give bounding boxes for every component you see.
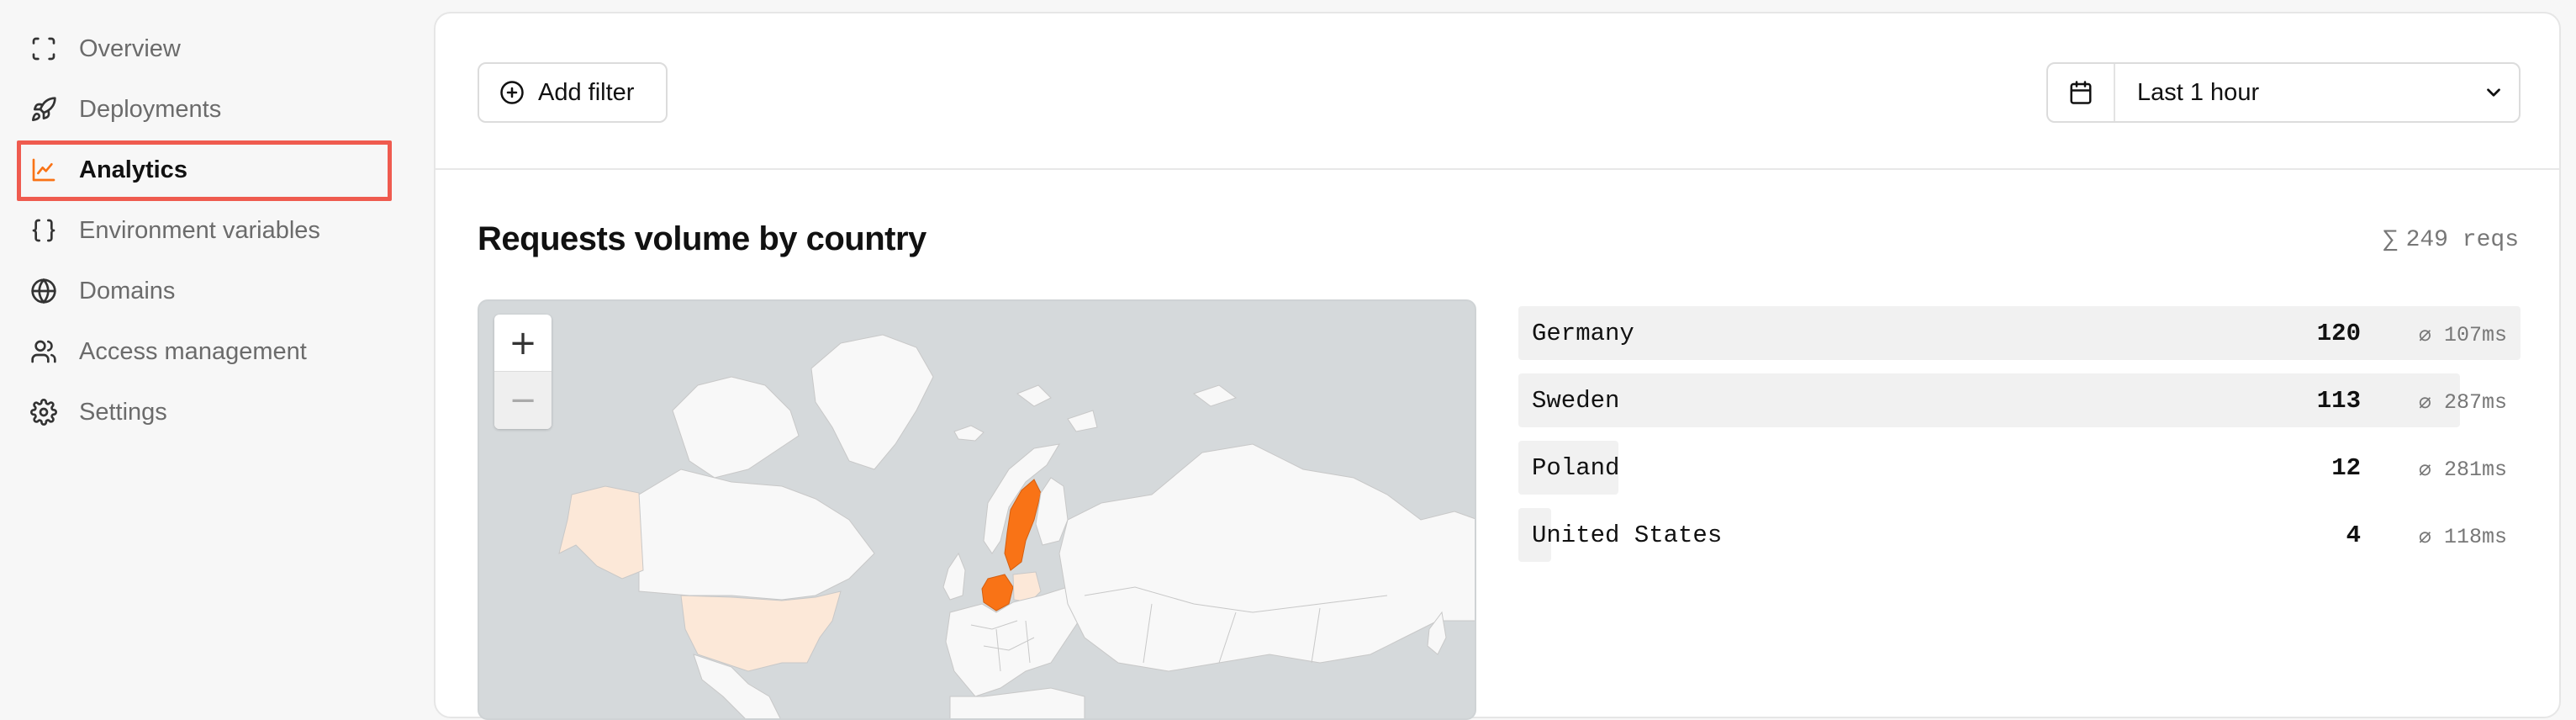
sidebar-item-deployments[interactable]: Deployments (30, 84, 221, 135)
zoom-in-button[interactable]: + (494, 315, 552, 372)
calendar-button[interactable] (2048, 64, 2115, 121)
country-row-united-states[interactable]: United States 4 ⌀ 118ms (1518, 508, 2521, 562)
country-list: Germany 120 ⌀ 107ms Sweden 113 ⌀ 287ms P… (1518, 306, 2521, 575)
map-land-uk (942, 552, 966, 601)
sidebar-item-label: Environment variables (79, 216, 320, 244)
chevron-down-icon (2468, 82, 2519, 103)
country-name: Germany (1532, 320, 1634, 347)
sidebar-item-settings[interactable]: Settings (30, 387, 167, 437)
add-filter-label: Add filter (538, 78, 635, 106)
calendar-icon (2070, 81, 2092, 104)
scan-icon (30, 35, 57, 62)
sidebar-item-label: Access management (79, 337, 307, 365)
world-map[interactable]: + − (478, 299, 1476, 720)
map-land-arctic-islands (672, 376, 800, 479)
world-map-canvas (558, 334, 1475, 718)
country-name: Poland (1532, 454, 1620, 482)
map-land-russia-asia (1058, 443, 1475, 672)
country-latency: ⌀ 287ms (2418, 390, 2507, 415)
country-count: 113 (2316, 387, 2361, 415)
add-filter-button[interactable]: Add filter (478, 62, 668, 123)
plus-circle-icon (500, 81, 524, 104)
country-bar (1518, 306, 2521, 360)
map-land-europe (945, 586, 1085, 697)
country-row-poland[interactable]: Poland 12 ⌀ 281ms (1518, 441, 2521, 495)
total-requests-value: 249 reqs (2405, 227, 2519, 253)
braces-icon (30, 217, 57, 244)
sidebar-item-label: Deployments (79, 95, 222, 123)
time-range-select[interactable]: Last 1 hour (2046, 62, 2521, 123)
sidebar-item-label: Settings (79, 398, 167, 426)
analytics-panel: Add filter Last 1 hour Requests volume b… (434, 12, 2561, 720)
map-land-greenland (810, 334, 934, 470)
country-count: 12 (2331, 454, 2361, 482)
country-count: 120 (2316, 320, 2361, 347)
map-land-africa (949, 687, 1085, 718)
sum-icon: ∑ (2383, 227, 2398, 253)
sidebar-item-label: Domains (79, 277, 176, 304)
map-land-canada (638, 469, 875, 601)
map-land-finland (1035, 477, 1069, 546)
zoom-out-button[interactable]: − (494, 372, 552, 429)
country-latency: ⌀ 107ms (2418, 323, 2507, 347)
country-latency: ⌀ 281ms (2418, 458, 2507, 482)
sidebar-item-environment-variables[interactable]: Environment variables (30, 205, 320, 256)
map-land-iceland (953, 425, 984, 442)
time-range-value: Last 1 hour (2137, 78, 2260, 106)
globe-icon (30, 278, 57, 304)
sidebar-item-domains[interactable]: Domains (30, 266, 175, 316)
country-name: United States (1532, 521, 1723, 549)
country-count: 4 (2346, 521, 2361, 549)
map-land-svalbard (1016, 384, 1238, 432)
users-icon (30, 338, 57, 365)
filter-toolbar: Add filter Last 1 hour (435, 13, 2559, 170)
active-item-highlight (17, 140, 392, 201)
sidebar: Overview Deployments Analytics Environme… (0, 0, 429, 700)
map-country-alaska (558, 485, 644, 580)
total-requests: ∑ 249 reqs (2383, 227, 2519, 253)
sidebar-item-overview[interactable]: Overview (30, 24, 181, 74)
country-row-germany[interactable]: Germany 120 ⌀ 107ms (1518, 306, 2521, 360)
sidebar-item-access-management[interactable]: Access management (30, 326, 307, 377)
country-row-sweden[interactable]: Sweden 113 ⌀ 287ms (1518, 373, 2521, 427)
section-title: Requests volume by country (478, 220, 926, 257)
gear-icon (30, 399, 57, 426)
country-name: Sweden (1532, 387, 1620, 415)
map-zoom-controls: + − (494, 315, 552, 429)
rocket-icon (30, 96, 57, 123)
sidebar-item-label: Overview (79, 34, 181, 62)
country-latency: ⌀ 118ms (2418, 525, 2507, 549)
